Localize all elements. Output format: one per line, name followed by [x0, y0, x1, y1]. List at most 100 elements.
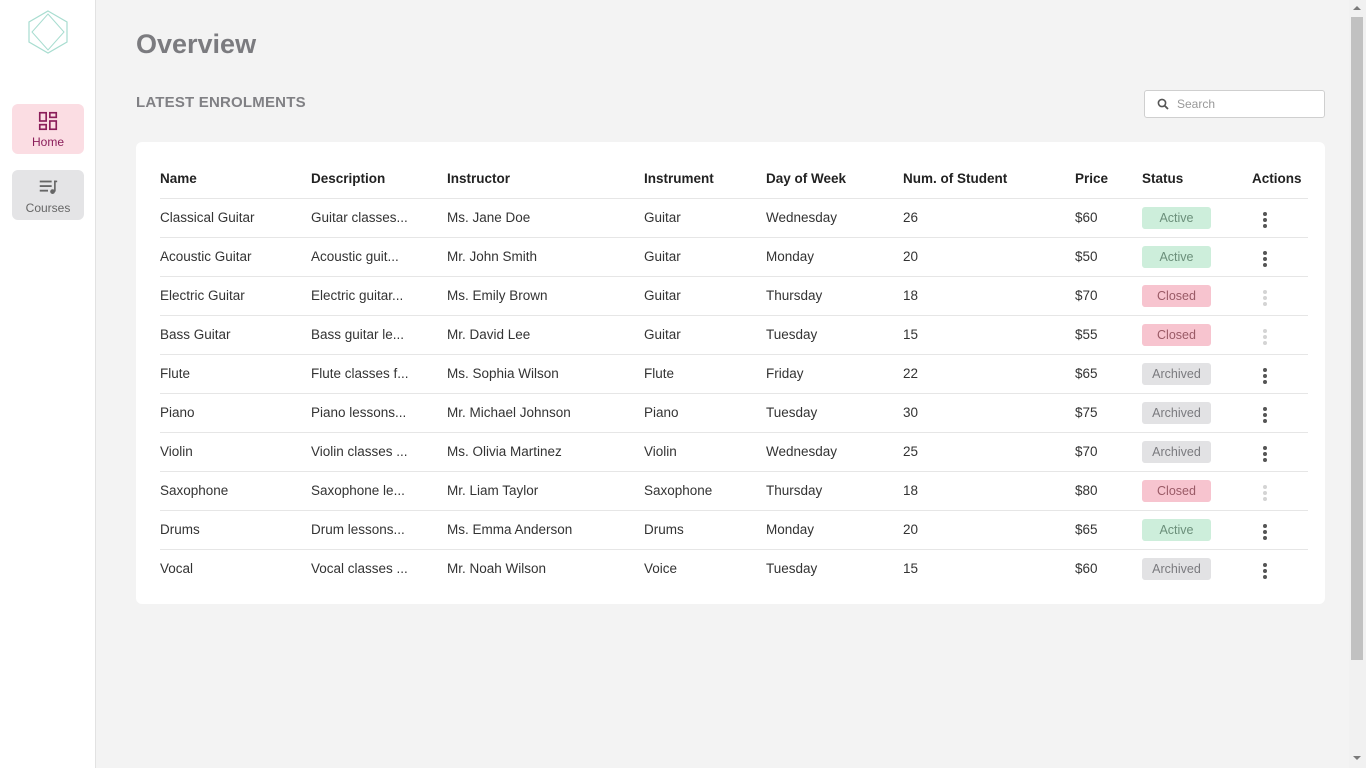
table-row[interactable]: Acoustic Guitar Acoustic guit... Mr. John … — [160, 237, 1308, 277]
status-badge: Closed — [1142, 284, 1211, 307]
cell-actions — [1252, 276, 1308, 316]
scroll-up-arrow-icon[interactable] — [1353, 6, 1361, 10]
table-row[interactable]: Vocal Vocal classes ... Mr. Noah Wilson Voi… — [160, 549, 1308, 588]
cell-students: 20 — [903, 510, 1075, 550]
status-badge: Active — [1142, 518, 1211, 541]
table-row[interactable]: Flute Flute classes f... Ms. Sophia Wilson… — [160, 354, 1308, 394]
cell-price: $80 — [1075, 471, 1142, 511]
status-badge: Archived — [1142, 440, 1211, 463]
cell-instrument: Guitar — [644, 198, 766, 238]
sidebar-item-label: Courses — [25, 200, 71, 215]
cell-status: Archived — [1142, 354, 1252, 394]
column-header-price[interactable]: Price — [1075, 160, 1142, 199]
cell-day: Thursday — [766, 276, 903, 316]
scrollbar-thumb[interactable] — [1351, 17, 1363, 660]
cell-description: Electric guitar... — [311, 276, 447, 316]
cell-instrument: Piano — [644, 393, 766, 433]
sidebar-item-courses[interactable]: Courses — [12, 170, 84, 220]
status-badge: Closed — [1142, 479, 1211, 502]
cell-day: Friday — [766, 354, 903, 394]
hexagon-logo-icon[interactable] — [26, 10, 70, 54]
more-options-icon[interactable] — [1255, 248, 1275, 270]
table-row[interactable]: Saxophone Saxophone le... Mr. Liam Taylor S… — [160, 471, 1308, 511]
column-header-name[interactable]: Name — [160, 160, 311, 199]
table-row[interactable]: Violin Violin classes ... Ms. Olivia Marti… — [160, 432, 1308, 472]
scrollbar[interactable] — [1349, 0, 1366, 768]
cell-description: Drum lessons... — [311, 510, 447, 550]
cell-students: 30 — [903, 393, 1075, 433]
search-box[interactable] — [1144, 90, 1325, 118]
cell-instrument: Voice — [644, 561, 678, 577]
cell-day: Monday — [766, 237, 903, 277]
cell-description: Vocal classes ... — [311, 561, 408, 577]
cell-day: Wednesday — [766, 198, 903, 238]
dashboard-icon — [38, 111, 58, 130]
more-options-icon[interactable] — [1255, 209, 1275, 231]
cell-actions — [1252, 315, 1308, 355]
cell-instructor: Ms. Jane Doe — [447, 198, 644, 238]
column-header-num-students[interactable]: Num. of Student — [903, 160, 1075, 199]
enrolments-card: Name Description Instructor Instrument D… — [136, 142, 1325, 604]
sidebar-item-home[interactable]: Home — [12, 104, 84, 154]
cell-day: Tuesday — [766, 561, 818, 577]
more-options-icon[interactable] — [1255, 521, 1275, 543]
cell-name: Piano — [160, 393, 311, 433]
cell-actions — [1252, 198, 1308, 238]
cell-description: Bass guitar le... — [311, 315, 447, 355]
cell-price: $65 — [1075, 354, 1142, 394]
more-options-icon[interactable] — [1255, 560, 1275, 582]
column-header-instrument[interactable]: Instrument — [644, 160, 766, 199]
section-title: LATEST ENROLMENTS — [136, 94, 306, 111]
more-options-icon[interactable] — [1255, 404, 1275, 426]
cell-instrument: Violin — [644, 432, 766, 472]
cell-actions — [1252, 393, 1308, 433]
cell-price: $55 — [1075, 315, 1142, 355]
table-row[interactable]: Classical Guitar Guitar classes... Ms. Jan… — [160, 198, 1308, 238]
cell-actions — [1252, 354, 1308, 394]
table-row[interactable]: Bass Guitar Bass guitar le... Mr. David Le… — [160, 315, 1308, 355]
cell-status: Archived — [1142, 432, 1252, 472]
scroll-down-arrow-icon[interactable] — [1353, 756, 1361, 760]
cell-price: $65 — [1075, 510, 1142, 550]
column-header-description[interactable]: Description — [311, 160, 447, 199]
cell-day: Wednesday — [766, 432, 903, 472]
cell-students: 18 — [903, 276, 1075, 316]
cell-instructor: Ms. Emma Anderson — [447, 510, 644, 550]
cell-price: $60 — [1075, 561, 1098, 577]
cell-instrument: Saxophone — [644, 471, 766, 511]
cell-price: $60 — [1075, 198, 1142, 238]
cell-description: Guitar classes... — [311, 198, 447, 238]
cell-students: 15 — [903, 315, 1075, 355]
status-badge: Active — [1142, 245, 1211, 268]
more-options-icon[interactable] — [1255, 443, 1275, 465]
cell-students: 20 — [903, 237, 1075, 277]
cell-name: Violin — [160, 432, 311, 472]
status-badge: Archived — [1142, 362, 1211, 385]
more-options-icon — [1255, 287, 1275, 309]
cell-status: Archived — [1142, 549, 1252, 588]
column-header-day-of-week[interactable]: Day of Week — [766, 160, 903, 199]
cell-name: Classical Guitar — [160, 198, 311, 238]
cell-status: Active — [1142, 237, 1252, 277]
table-header-row: Name Description Instructor Instrument D… — [160, 160, 1308, 199]
cell-instrument: Guitar — [644, 315, 766, 355]
cell-price: $70 — [1075, 432, 1142, 472]
more-options-icon[interactable] — [1255, 365, 1275, 387]
cell-day: Thursday — [766, 471, 903, 511]
cell-price: $50 — [1075, 237, 1142, 277]
column-header-instructor[interactable]: Instructor — [447, 160, 644, 199]
cell-instrument: Drums — [644, 510, 766, 550]
search-input[interactable] — [1177, 97, 1317, 111]
cell-actions — [1252, 471, 1308, 511]
cell-students: 18 — [903, 471, 1075, 511]
cell-day: Tuesday — [766, 315, 903, 355]
cell-instructor: Ms. Emily Brown — [447, 276, 644, 316]
cell-instructor: Mr. David Lee — [447, 315, 644, 355]
cell-status: Active — [1142, 510, 1252, 550]
table-row[interactable]: Drums Drum lessons... Ms. Emma Anderson Dru… — [160, 510, 1308, 550]
cell-name: Bass Guitar — [160, 315, 311, 355]
table-row[interactable]: Electric Guitar Electric guitar... Ms. Emi… — [160, 276, 1308, 316]
column-header-status[interactable]: Status — [1142, 160, 1252, 199]
table-row[interactable]: Piano Piano lessons... Mr. Michael Johnson… — [160, 393, 1308, 433]
search-icon — [1157, 98, 1169, 110]
